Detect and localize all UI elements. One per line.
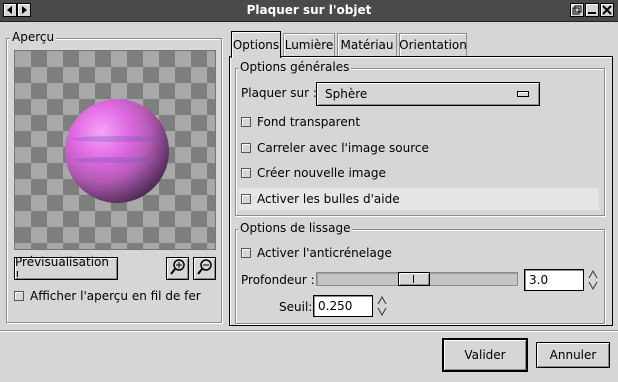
window-title: Plaquer sur l'objet: [246, 3, 372, 17]
threshold-spinner-icon[interactable]: [376, 295, 388, 317]
map-on-label: Plaquer sur :: [241, 86, 317, 100]
transparent-bg-label: Fond transparent: [257, 115, 361, 129]
close-icon[interactable]: [600, 3, 614, 17]
preview-button[interactable]: Prévisualisation !: [14, 255, 118, 283]
zoom-in-icon: [169, 258, 187, 279]
tooltips-row[interactable]: Activer les bulles d'aide: [239, 188, 599, 210]
new-image-checkbox[interactable]: [241, 168, 251, 178]
tab-options[interactable]: Options: [231, 31, 281, 58]
wireframe-checkbox-row[interactable]: Afficher l'aperçu en fil de fer: [14, 285, 201, 307]
cancel-button[interactable]: Annuler: [536, 342, 610, 368]
map-on-select[interactable]: Sphère: [316, 82, 540, 106]
depth-slider-thumb[interactable]: [398, 272, 430, 286]
new-image-label: Créer nouvelle image: [257, 166, 386, 180]
new-image-row[interactable]: Créer nouvelle image: [241, 162, 599, 184]
preview-canvas: [14, 50, 216, 250]
cancel-button-label: Annuler: [549, 348, 597, 362]
restore-icon[interactable]: [570, 3, 584, 17]
zoom-out-button[interactable]: [193, 257, 216, 280]
antialias-row[interactable]: Activer l'anticrénelage: [241, 242, 392, 264]
tab-materiau[interactable]: Matériau: [337, 33, 397, 56]
bottom-separator: [0, 330, 618, 332]
threshold-label: Seuil:: [279, 300, 313, 314]
smoothing-options-label: Options de lissage: [238, 221, 353, 235]
wireframe-label: Afficher l'aperçu en fil de fer: [30, 289, 201, 303]
title-bar: Plaquer sur l'objet: [0, 0, 618, 22]
tile-source-row[interactable]: Carreler avec l'image source: [241, 137, 599, 159]
antialias-label: Activer l'anticrénelage: [257, 246, 392, 260]
zoom-out-icon: [196, 258, 214, 279]
depth-spinner-icon[interactable]: [587, 269, 599, 291]
tooltips-label: Activer les bulles d'aide: [257, 192, 400, 206]
dropdown-indicator-icon: [517, 91, 529, 97]
ok-button-label: Valider: [464, 348, 506, 362]
depth-label: Profondeur :: [241, 273, 315, 287]
ok-button[interactable]: Valider: [442, 338, 528, 372]
general-options-label: Options générales: [238, 60, 352, 74]
minimize-icon[interactable]: [585, 3, 599, 17]
threshold-input[interactable]: 0.250: [313, 295, 373, 317]
antialias-checkbox[interactable]: [241, 248, 251, 258]
tile-source-checkbox[interactable]: [241, 143, 251, 153]
tooltips-checkbox[interactable]: [241, 194, 251, 204]
zoom-in-button[interactable]: [166, 257, 189, 280]
depth-input[interactable]: 3.0: [524, 269, 584, 291]
tab-lumiere[interactable]: Lumière: [283, 33, 335, 56]
preview-frame-label: Aperçu: [10, 30, 57, 44]
tile-source-label: Carreler avec l'image source: [257, 141, 429, 155]
tab-orientation[interactable]: Orientation: [399, 33, 467, 56]
transparent-bg-row[interactable]: Fond transparent: [241, 111, 599, 133]
map-on-value: Sphère: [325, 87, 368, 101]
sphere-preview: [65, 99, 169, 203]
transparent-bg-checkbox[interactable]: [241, 117, 251, 127]
wireframe-checkbox[interactable]: [14, 291, 24, 301]
